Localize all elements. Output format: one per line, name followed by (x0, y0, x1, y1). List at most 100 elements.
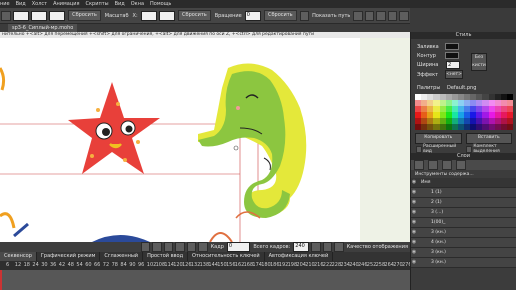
layer-row[interactable]: ◉ 2 (1) (411, 198, 516, 208)
color-palette-grid[interactable] (415, 94, 513, 130)
menu-item[interactable]: Помощь (150, 1, 171, 7)
layer-name: 1 (1) (431, 190, 442, 195)
tab-sequencer[interactable]: Секвенсор (0, 252, 37, 261)
x-field[interactable] (12, 10, 29, 21)
checkbox-icon[interactable] (416, 145, 423, 153)
fill-swatch[interactable] (445, 43, 459, 50)
motion-path-label[interactable]: Показать путь (312, 13, 350, 19)
reset-scale-button[interactable]: Сбросить (178, 10, 211, 21)
layers-filter[interactable]: Инструменты содержа... (411, 170, 516, 178)
no-brush-button[interactable]: Без кисти (471, 53, 487, 71)
timeline-track[interactable] (0, 270, 410, 290)
tool-icon[interactable] (376, 10, 386, 21)
total-frames-field[interactable]: 240 (293, 242, 310, 252)
canvas[interactable] (0, 38, 410, 242)
rotation-label: Вращение (214, 12, 242, 19)
width-field[interactable]: 2 (446, 61, 460, 69)
settings-icon[interactable] (456, 160, 466, 170)
frame-field[interactable]: 0 (226, 242, 251, 252)
eye-icon[interactable]: ◉ (411, 248, 417, 257)
copy-button[interactable]: Копировать (415, 133, 462, 144)
fast-forward-icon[interactable] (186, 242, 197, 252)
tool-icon[interactable] (353, 10, 363, 21)
layer-row[interactable]: ◉ 3 (кн.) (411, 248, 516, 258)
layer-row[interactable]: ◉ 4 (кн.) (411, 238, 516, 248)
scale-y-field[interactable] (158, 10, 176, 21)
tool-icon[interactable] (322, 242, 333, 252)
auto-freeze-toggle[interactable]: Автофиксация ключей (265, 252, 334, 261)
layer-row[interactable]: ◉ 1 (1) (411, 188, 516, 198)
reset-translate-button[interactable]: Сбросить (68, 10, 101, 21)
tool-icon[interactable] (334, 242, 344, 252)
paste-button[interactable]: Вставить (465, 133, 512, 144)
document-tab[interactable]: sp3-6_Сиплый-мр.moho (8, 24, 78, 32)
eye-icon[interactable]: ◉ (411, 208, 417, 217)
stroke-swatch[interactable] (445, 52, 459, 59)
palette-swatch[interactable] (506, 124, 513, 130)
layer-row[interactable]: ◉ 3 (кн.) (411, 258, 516, 268)
layer-row[interactable]: ◉ 1(00)_ (411, 218, 516, 228)
playhead[interactable] (0, 270, 2, 290)
play-icon[interactable] (163, 242, 174, 252)
layer-name: 4 (кн.) (431, 240, 446, 245)
step-back-icon[interactable] (152, 242, 162, 252)
eye-icon[interactable]: ◉ (411, 188, 417, 197)
layer-name: 2 (1) (431, 200, 442, 205)
loop-icon[interactable] (198, 242, 208, 252)
layer-name: 3 (кн.) (431, 250, 446, 255)
seahorse-shape (198, 63, 307, 218)
layer-name: 3 (кн.) (431, 260, 446, 265)
tool-icon[interactable] (1, 10, 11, 21)
ruler-tick-label: 42 (58, 262, 66, 268)
menu-item[interactable]: Окна (131, 1, 144, 7)
ruler-tick-label: 6 (6, 262, 10, 268)
tool-icon[interactable] (364, 10, 375, 21)
menu-item[interactable]: Вид (16, 1, 26, 7)
eye-icon[interactable]: ◉ (411, 228, 417, 237)
rewind-icon[interactable] (141, 242, 151, 252)
timeline-ruler[interactable]: 6 12 18 24 30 36 42 48 54 60 66 72 78 84 90 96 102 108 114… (0, 261, 412, 270)
duplicate-icon[interactable] (428, 160, 438, 170)
menu-item[interactable]: Вид (115, 1, 125, 7)
total-frames-label: Всего кадров: (253, 244, 291, 250)
step-forward-icon[interactable] (175, 242, 185, 252)
eye-icon[interactable]: ◉ (411, 178, 417, 187)
layers-filter-label[interactable]: Инструменты содержа... (415, 172, 474, 177)
y-field[interactable] (30, 10, 47, 21)
checkbox-icon[interactable] (466, 145, 473, 153)
simple-input-toggle[interactable]: Простой ввод (143, 252, 189, 261)
checkbox-icon[interactable] (299, 10, 310, 21)
eye-icon[interactable]: ◉ (411, 258, 417, 267)
tool-icon[interactable] (399, 10, 409, 21)
scale-x-field[interactable] (140, 10, 157, 21)
layers-panel-header: Слои (411, 153, 516, 160)
effect-select[interactable]: <нет> (445, 70, 463, 79)
rotation-field[interactable]: 0 (244, 10, 261, 21)
selection-highlight-label[interactable]: Комплект выделения (473, 144, 516, 154)
style-panel: Заливка Контур Ширина 2 Эффект <нет> Без… (411, 39, 516, 83)
new-layer-icon[interactable] (414, 160, 424, 170)
layers-column-header[interactable]: ◉ Имя (411, 178, 516, 188)
document-tabs: sp3-6_Сиплый-мр.moho (0, 24, 410, 32)
menu-item[interactable]: Анимация (53, 1, 79, 7)
eye-icon[interactable]: ◉ (411, 218, 417, 227)
menu-item[interactable]: Холст (32, 1, 47, 7)
ruler-tick-label: 84 (120, 262, 127, 268)
menu-item[interactable]: ние (0, 1, 10, 7)
layer-row[interactable]: ◉ 3 (кн.) (411, 228, 516, 238)
interpolation-select[interactable]: Сглаженный (100, 252, 144, 261)
relative-keys-toggle[interactable]: Относительность ключей (188, 252, 265, 261)
z-field[interactable] (48, 10, 66, 21)
delete-icon[interactable] (442, 160, 452, 170)
quality-label[interactable]: Качество отображения (347, 244, 408, 250)
palette-select[interactable]: Default.png (447, 85, 476, 91)
eye-icon[interactable]: ◉ (411, 238, 417, 247)
layer-row[interactable]: ◉ 3 (...) (411, 208, 516, 218)
tool-icon[interactable] (387, 10, 398, 21)
tool-icon[interactable] (311, 242, 321, 252)
eye-icon[interactable]: ◉ (411, 198, 417, 207)
advanced-view-label[interactable]: Расширенный вид (423, 144, 459, 154)
menu-item[interactable]: Скрипты (86, 1, 109, 7)
reset-rotation-button[interactable]: Сбросить (263, 10, 297, 21)
tab-graph-mode[interactable]: Графический режим (37, 252, 101, 261)
